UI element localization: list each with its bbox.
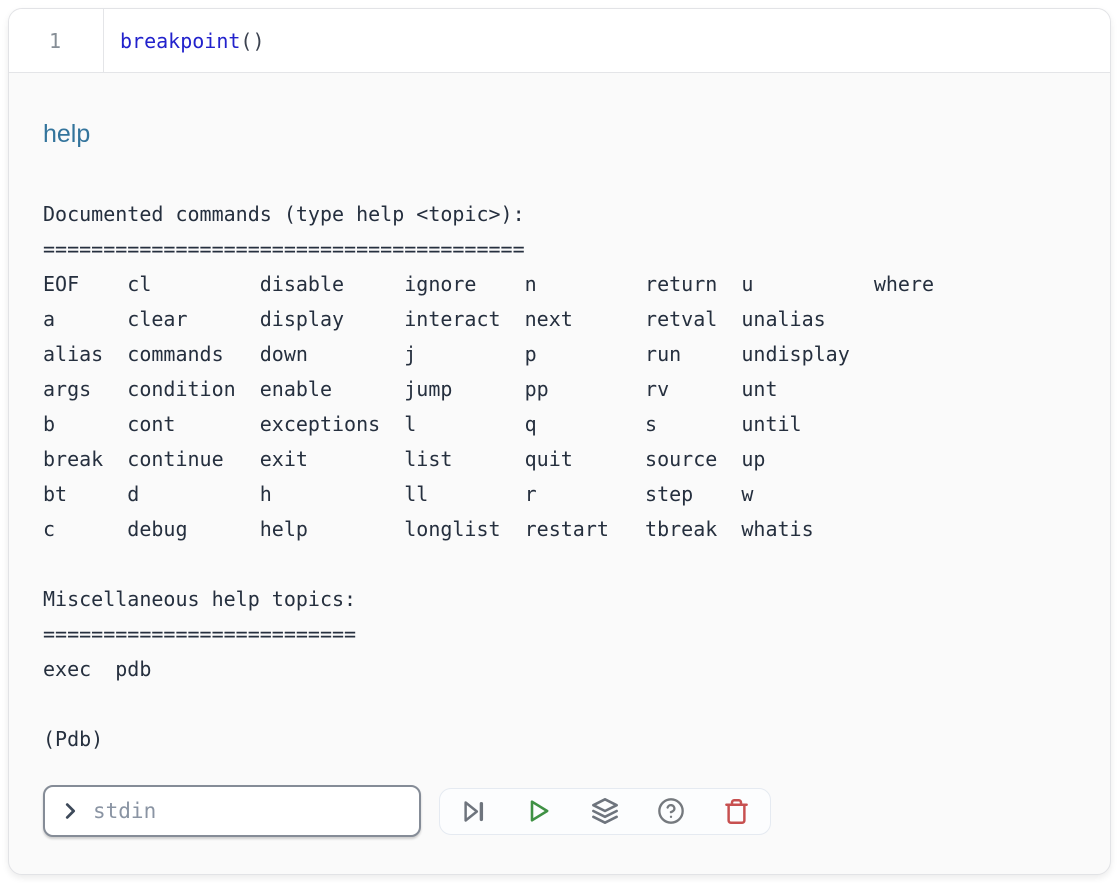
run-button[interactable] — [525, 797, 553, 825]
code-token-punctuation: () — [240, 29, 264, 53]
delete-button[interactable] — [723, 798, 750, 825]
console-output: Documented commands (type help <topic>):… — [43, 197, 1076, 757]
code-editor-row[interactable]: 1 breakpoint() — [9, 9, 1110, 73]
stdin-input[interactable] — [93, 799, 405, 823]
help-circle-icon — [657, 797, 685, 825]
trash-icon — [723, 798, 750, 825]
console-panel: help Documented commands (type help <top… — [9, 73, 1110, 874]
line-number: 1 — [49, 29, 61, 53]
io-row — [43, 785, 1076, 837]
step-forward-icon — [460, 798, 487, 825]
debug-toolbar — [439, 788, 771, 835]
step-forward-button[interactable] — [460, 798, 487, 825]
layers-icon — [591, 797, 619, 825]
line-number-gutter: 1 — [9, 9, 104, 72]
help-button[interactable] — [657, 797, 685, 825]
code-line[interactable]: breakpoint() — [104, 9, 265, 72]
play-icon — [525, 797, 553, 825]
code-token-builtin: breakpoint — [120, 29, 240, 53]
stack-button[interactable] — [591, 797, 619, 825]
stdin-box[interactable] — [43, 785, 421, 837]
debug-cell-card: 1 breakpoint() help Documented commands … — [8, 8, 1111, 875]
chevron-right-icon — [59, 800, 81, 822]
echoed-command: help — [43, 119, 1076, 149]
